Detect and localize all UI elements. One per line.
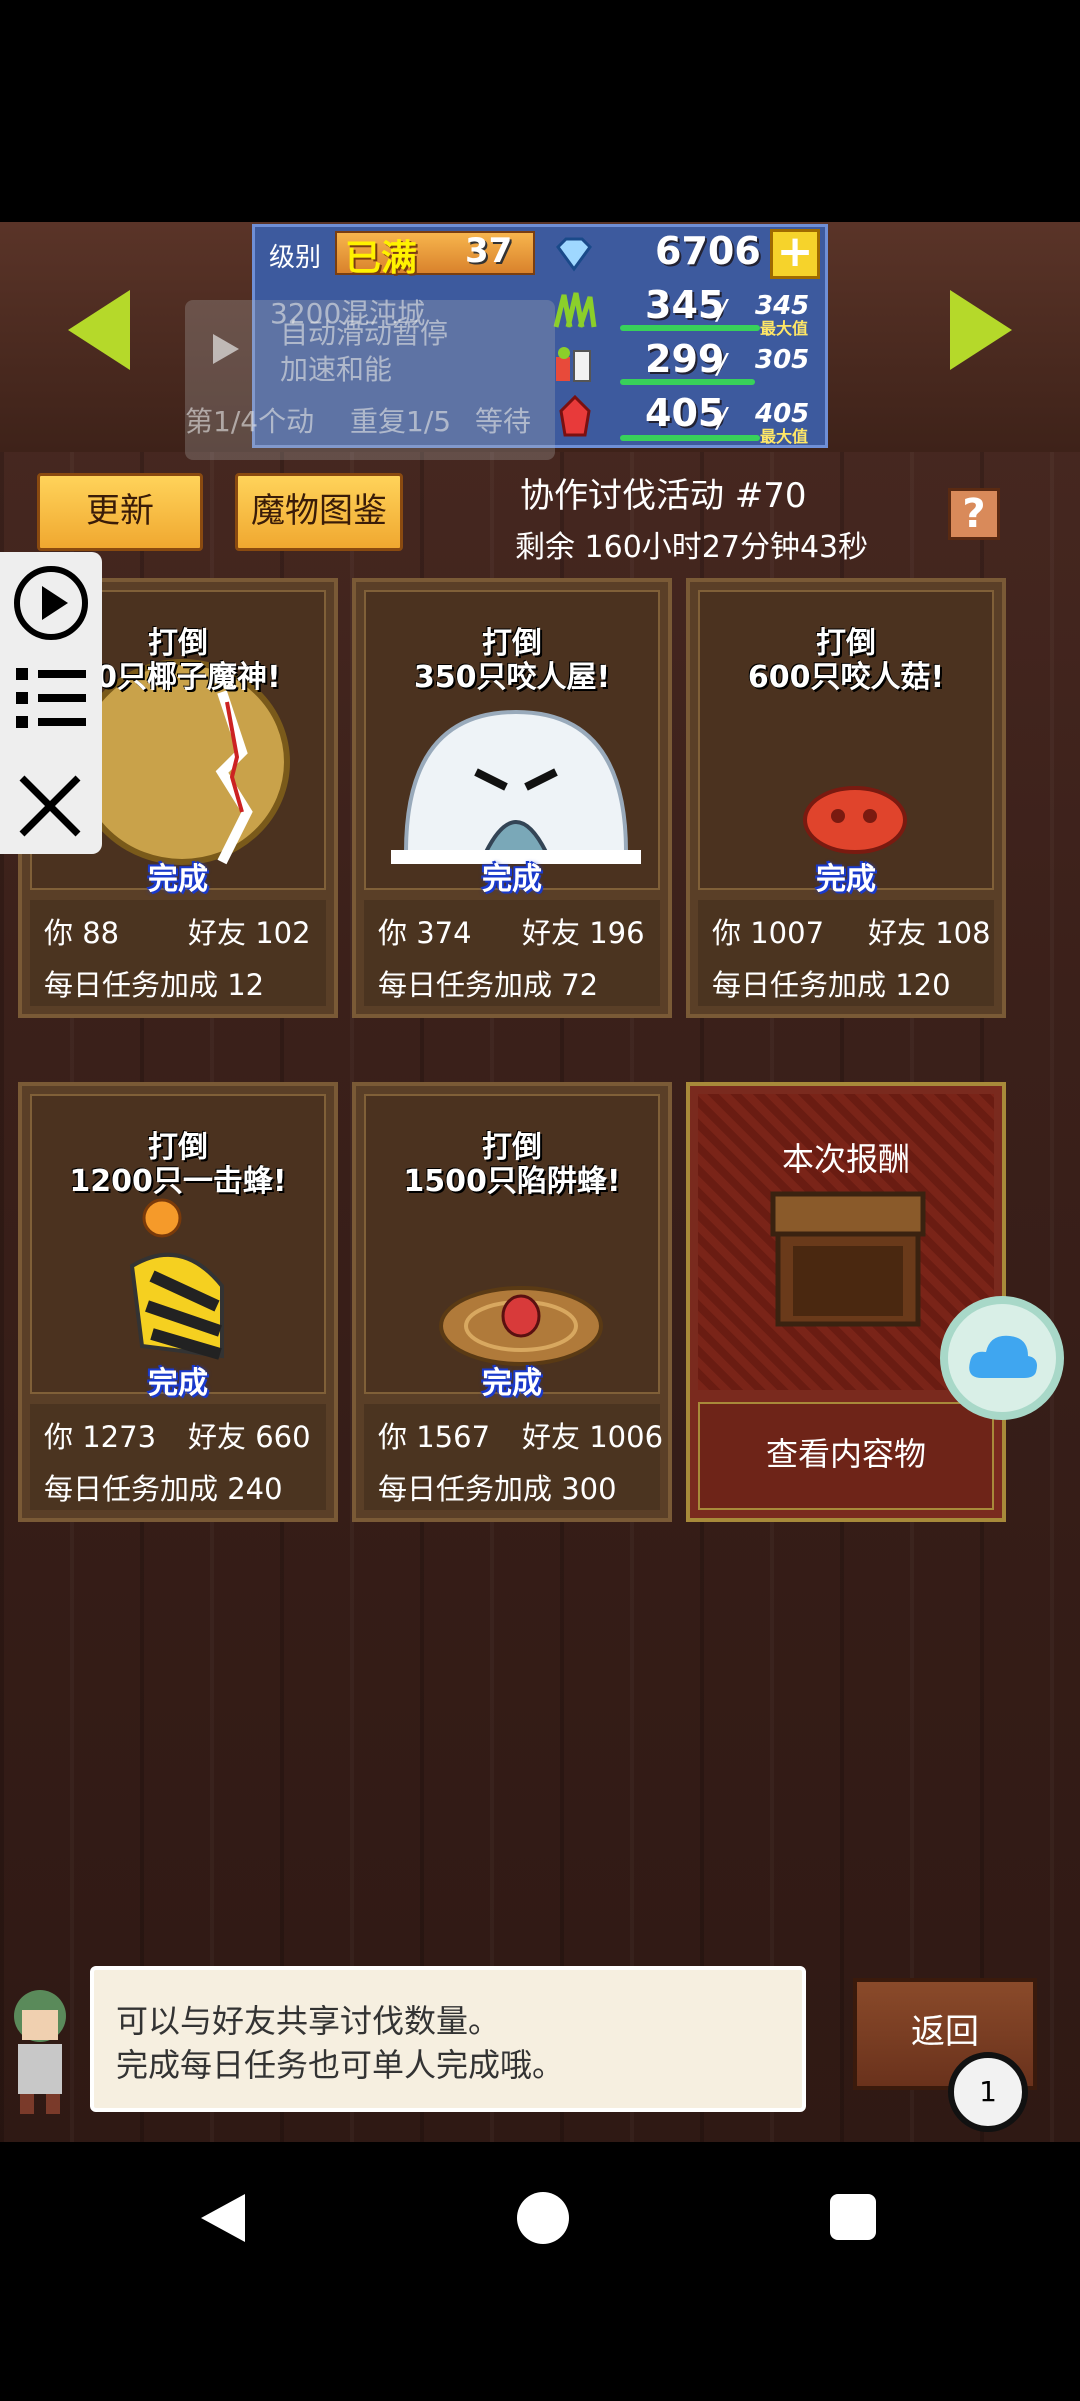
level-max-text: 已满 <box>345 238 418 279</box>
home-nav-icon[interactable] <box>515 2190 571 2246</box>
refresh-button[interactable]: 更新 <box>37 473 203 551</box>
you-count: 你 1567 <box>378 1420 491 1454</box>
quest-card[interactable]: 打倒 1500只陷阱蜂! 完成 你 1567 好友 1006 每日任务加成 30… <box>352 1082 672 1522</box>
quest-info: 你 374 好友 196 每日任务加成 72 <box>364 900 660 1006</box>
system-navigation-bar <box>0 2142 1080 2401</box>
diamond-count: 6706 <box>655 229 761 273</box>
you-count: 你 374 <box>378 916 472 950</box>
friend-count: 好友 196 <box>522 916 645 950</box>
automation-overlay: 3200混沌城 自动滑动暂停 加速和能 第1/4个动 重复1/5 等待 <box>185 297 555 460</box>
overlay-line3: 加速和能 <box>280 353 393 386</box>
daily-bonus: 每日任务加成 300 <box>378 1472 617 1506</box>
daily-bonus: 每日任务加成 240 <box>44 1472 283 1506</box>
quest-complete-label: 完成 <box>482 862 542 897</box>
quest-title-2: 1500只陷阱蜂! <box>403 1164 621 1199</box>
mushroom-monster-icon <box>803 786 907 854</box>
target-counter-badge[interactable]: 1 <box>948 2052 1028 2132</box>
friend-count: 好友 108 <box>868 916 991 950</box>
red-crystal-icon <box>559 395 591 437</box>
quest-title-1: 打倒 <box>148 1130 208 1165</box>
view-contents-button[interactable]: 查看内容物 <box>698 1402 994 1510</box>
quest-complete-label: 完成 <box>148 1366 208 1401</box>
level-number: 37 <box>465 231 513 271</box>
recents-nav-icon[interactable] <box>828 2192 878 2242</box>
friend-count: 好友 102 <box>188 916 311 950</box>
add-diamond-button[interactable]: + <box>770 229 820 279</box>
reward-card: 本次报酬 查看内容物 <box>686 1082 1006 1522</box>
quest-art: 打倒 1200只一击蜂! 完成 <box>30 1094 326 1401</box>
stat-separator: / <box>717 401 727 434</box>
grass-resource-icon <box>553 292 597 328</box>
close-icon[interactable] <box>14 770 86 842</box>
cloud-assistant-button[interactable] <box>940 1296 1064 1420</box>
quest-card[interactable]: 打倒 350只咬人屋! 完成 你 374 好友 196 每日任务加成 72 <box>352 578 672 1018</box>
friend-count: 好友 1006 <box>522 1420 664 1454</box>
back-nav-icon[interactable] <box>195 2190 249 2246</box>
bee-monster-icon <box>129 1198 224 1360</box>
treasure-chest-icon <box>770 1191 926 1327</box>
overlay-line5: 重复1/5 <box>350 405 452 438</box>
level-label: 级别 <box>269 243 322 273</box>
quest-info: 你 1273 好友 660 每日任务加成 240 <box>30 1404 326 1510</box>
diamond-icon <box>556 237 592 272</box>
quest-complete-label: 完成 <box>482 1366 542 1401</box>
quest-title-1: 打倒 <box>816 626 876 661</box>
quest-title-2: 350只咬人屋! <box>413 660 611 695</box>
bestiary-button[interactable]: 魔物图鉴 <box>235 473 403 551</box>
trap-bee-monster-icon <box>439 1286 603 1366</box>
quest-card[interactable]: 打倒 1200只一击蜂! 完成 你 1273 好友 660 每日任务加成 240 <box>18 1082 338 1522</box>
event-title: 协作讨伐活动 #70 <box>520 476 807 516</box>
prev-arrow-button[interactable] <box>68 290 130 370</box>
you-count: 你 1007 <box>712 916 825 950</box>
you-count: 你 88 <box>44 916 120 950</box>
daily-bonus: 每日任务加成 12 <box>44 968 265 1002</box>
quest-title-2: 600只咬人菇! <box>747 660 945 695</box>
list-menu-icon[interactable] <box>12 662 90 732</box>
grass-bar <box>620 325 760 331</box>
snow-house-monster-icon <box>391 709 641 864</box>
quest-info: 你 1567 好友 1006 每日任务加成 300 <box>364 1404 664 1510</box>
overlay-line6: 等待 <box>475 405 532 438</box>
quest-title-1: 打倒 <box>482 626 542 661</box>
crystal-max-note: 最大值 <box>760 427 809 446</box>
food-resource-icon <box>556 347 591 382</box>
floating-control-panel <box>0 552 102 854</box>
grass-value: 345 <box>645 283 725 327</box>
grass-max-note: 最大值 <box>760 319 809 338</box>
food-value: 299 <box>645 337 725 381</box>
overlay-line2: 自动滑动暂停 <box>280 317 449 350</box>
next-arrow-button[interactable] <box>950 290 1012 370</box>
overlay-play-icon <box>199 324 249 374</box>
quest-art: 打倒 1500只陷阱蜂! 完成 <box>364 1094 660 1401</box>
quest-info: 你 88 好友 102 每日任务加成 12 <box>30 900 326 1006</box>
daily-bonus: 每日任务加成 72 <box>378 968 599 1002</box>
overlay-line4: 第1/4个动 <box>185 405 315 438</box>
food-max: 305 <box>755 345 810 375</box>
hint-line2: 完成每日任务也可单人完成哦。 <box>116 2046 565 2084</box>
quest-title-1: 打倒 <box>482 1130 542 1165</box>
you-count: 你 1273 <box>44 1420 157 1454</box>
food-bar <box>620 379 755 385</box>
daily-bonus: 每日任务加成 120 <box>712 968 951 1002</box>
friend-count: 好友 660 <box>188 1420 311 1454</box>
quest-complete-label: 完成 <box>816 862 876 897</box>
quest-complete-label: 完成 <box>148 862 208 897</box>
hint-line1: 可以与好友共享讨伐数量。 <box>116 2002 501 2040</box>
event-remaining-time: 剩余 160小时27分钟43秒 <box>515 530 869 565</box>
cloud-icon <box>969 1335 1037 1378</box>
crystal-bar <box>620 435 760 441</box>
quest-art: 打倒 600只咬人菇! 完成 <box>698 590 994 897</box>
hint-dialog: 可以与好友共享讨伐数量。 完成每日任务也可单人完成哦。 <box>90 1966 806 2112</box>
stat-separator: / <box>717 347 727 380</box>
play-circle-icon[interactable] <box>12 564 90 642</box>
reward-title: 本次报酬 <box>781 1140 910 1178</box>
stat-separator: / <box>717 293 727 326</box>
quest-info: 你 1007 好友 108 每日任务加成 120 <box>698 900 994 1006</box>
help-button[interactable]: ? <box>948 488 1000 540</box>
quest-card[interactable]: 打倒 600只咬人菇! 完成 你 1007 好友 108 每日任务加成 120 <box>686 578 1006 1018</box>
quest-art: 打倒 350只咬人屋! 完成 <box>364 590 660 897</box>
guide-character-avatar <box>14 1990 66 2114</box>
crystal-value: 405 <box>645 391 725 435</box>
quest-title-2: 1200只一击蜂! <box>69 1164 287 1199</box>
